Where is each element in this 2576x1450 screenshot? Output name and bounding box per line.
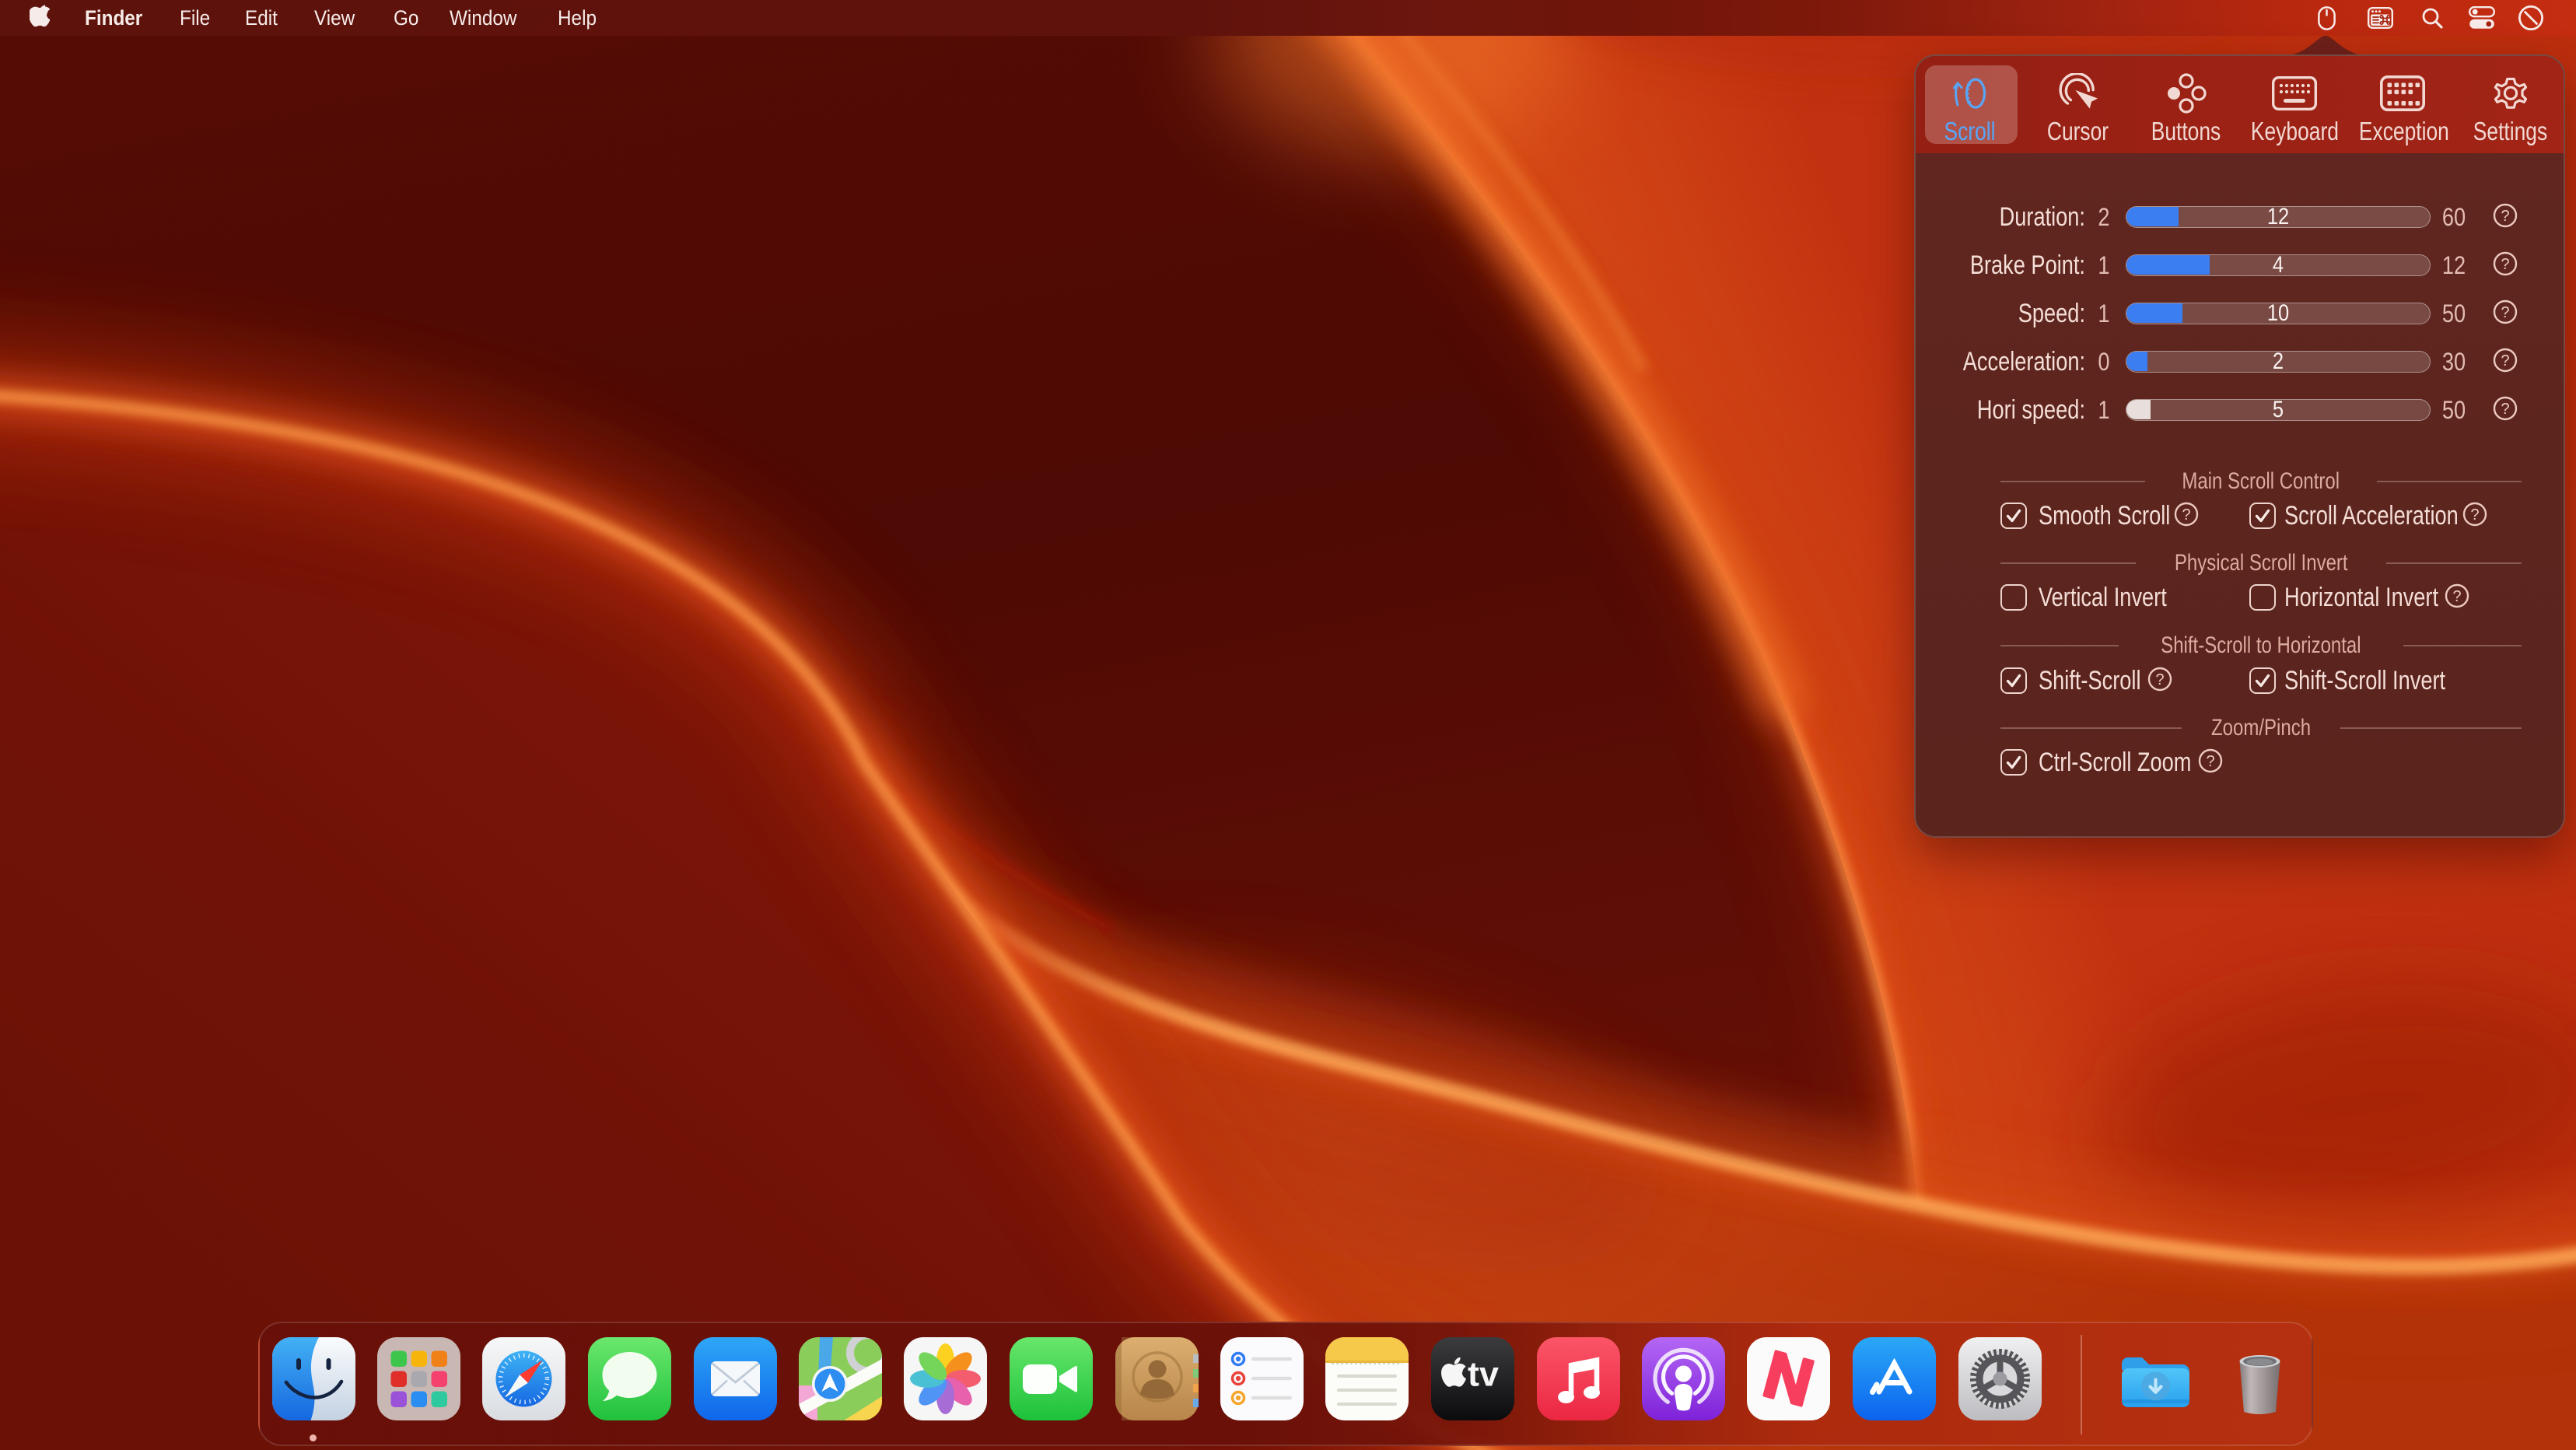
svg-text:?: ? [2206,753,2214,770]
svg-text:?: ? [2155,671,2164,688]
svg-text:?: ? [2452,588,2461,605]
svg-text:?: ? [2501,208,2509,225]
svg-text:?: ? [2501,352,2509,370]
svg-text:?: ? [2501,256,2509,273]
svg-text:tv: tv [1468,1354,1499,1394]
svg-text:?: ? [2182,506,2190,524]
svg-text:?: ? [2501,304,2509,321]
svg-text:?: ? [2470,506,2479,524]
svg-text:?: ? [2501,401,2509,418]
